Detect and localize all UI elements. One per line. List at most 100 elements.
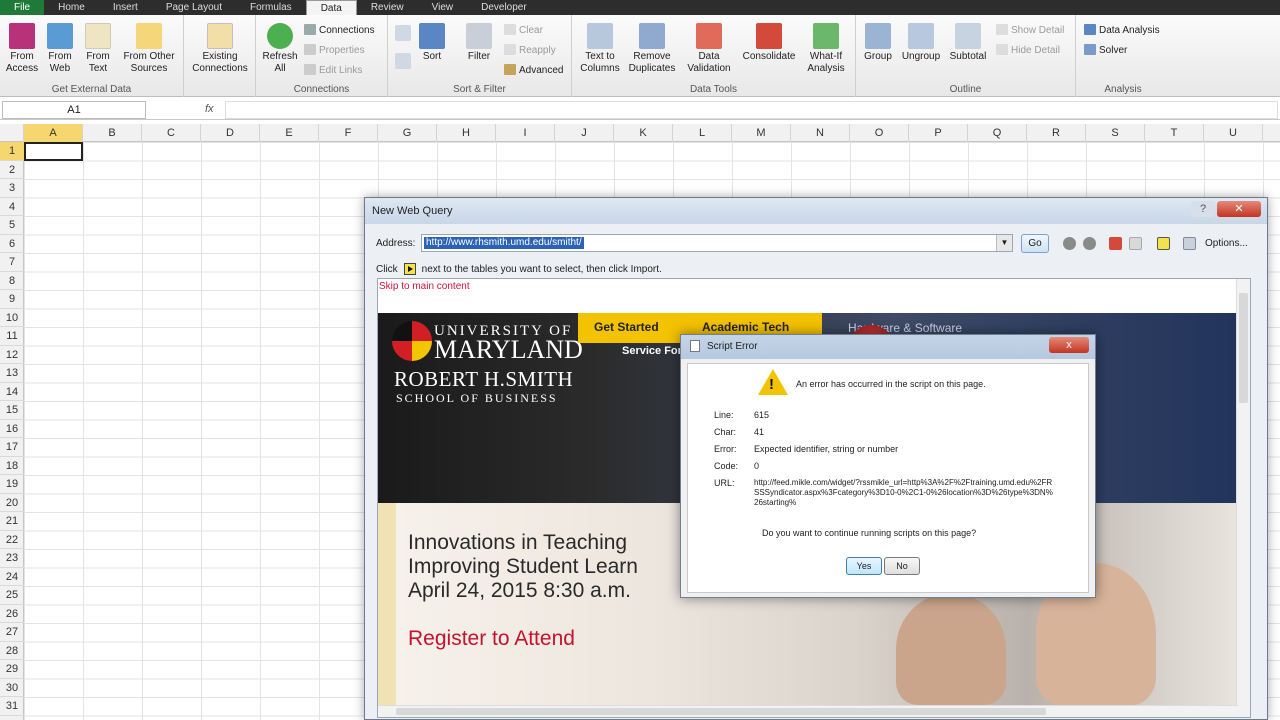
advanced-filter-button[interactable]: Advanced — [504, 64, 563, 76]
row-header-19[interactable]: 19 — [0, 475, 24, 494]
row-header-3[interactable]: 3 — [0, 179, 24, 198]
tab-data[interactable]: Data — [305, 0, 357, 15]
properties-button[interactable]: Properties — [304, 44, 365, 56]
subtotal-button[interactable]: Subtotal — [946, 23, 990, 63]
hide-detail-button[interactable]: Hide Detail — [996, 44, 1060, 56]
close-icon[interactable]: ✕ — [1217, 201, 1261, 217]
row-header-4[interactable]: 4 — [0, 198, 24, 216]
column-header-e[interactable]: E — [260, 124, 319, 142]
row-header-7[interactable]: 7 — [0, 253, 24, 272]
column-header-h[interactable]: H — [437, 124, 496, 142]
column-header-j[interactable]: J — [555, 124, 614, 142]
refresh-all-button[interactable]: Refresh All — [258, 23, 302, 75]
from-text-button[interactable]: From Text — [80, 23, 116, 75]
row-header-1[interactable]: 1 — [0, 142, 24, 161]
row-header-16[interactable]: 16 — [0, 420, 24, 438]
sort-za-button[interactable] — [392, 53, 414, 71]
skip-to-content-link[interactable]: Skip to main content — [379, 281, 470, 292]
tab-review[interactable]: Review — [357, 0, 418, 15]
back-icon[interactable] — [1063, 237, 1076, 250]
tab-insert[interactable]: Insert — [99, 0, 152, 15]
row-header-29[interactable]: 29 — [0, 660, 24, 679]
row-header-24[interactable]: 24 — [0, 568, 24, 586]
chevron-down-icon[interactable]: ▼ — [996, 235, 1012, 251]
refresh-page-icon[interactable] — [1129, 237, 1142, 250]
column-header-r[interactable]: R — [1027, 124, 1086, 142]
row-header-15[interactable]: 15 — [0, 401, 24, 420]
vertical-scrollbar[interactable] — [1236, 279, 1250, 717]
row-header-14[interactable]: 14 — [0, 383, 24, 401]
script-error-title-bar[interactable]: Script Error x — [681, 335, 1095, 359]
forward-icon[interactable] — [1083, 237, 1096, 250]
column-header-g[interactable]: G — [378, 124, 437, 142]
formula-input[interactable] — [225, 101, 1278, 119]
row-header-27[interactable]: 27 — [0, 623, 24, 642]
what-if-analysis-button[interactable]: What-If Analysis — [800, 23, 852, 75]
row-header-20[interactable]: 20 — [0, 494, 24, 512]
row-header-17[interactable]: 17 — [0, 438, 24, 457]
data-validation-button[interactable]: Data Validation — [680, 23, 738, 75]
column-header-a[interactable]: A — [24, 124, 83, 142]
clear-filter-button[interactable]: Clear — [504, 24, 543, 36]
yes-button[interactable]: Yes — [846, 557, 882, 575]
column-header-l[interactable]: L — [673, 124, 732, 142]
umd-logo[interactable]: UNIVERSITY OF MARYLAND — [392, 319, 583, 371]
row-header-10[interactable]: 10 — [0, 309, 24, 327]
hide-icons-icon[interactable] — [1157, 237, 1170, 250]
options-button[interactable]: Options... — [1205, 238, 1248, 249]
column-header-c[interactable]: C — [142, 124, 201, 142]
row-header-11[interactable]: 11 — [0, 327, 24, 346]
selected-cell-a1[interactable] — [24, 142, 83, 161]
row-header-12[interactable]: 12 — [0, 346, 24, 364]
column-header-b[interactable]: B — [83, 124, 142, 142]
text-to-columns-button[interactable]: Text to Columns — [576, 23, 624, 75]
scroll-thumb[interactable] — [396, 708, 1046, 715]
row-header-6[interactable]: 6 — [0, 235, 24, 253]
row-header-9[interactable]: 9 — [0, 290, 24, 309]
row-header-22[interactable]: 22 — [0, 531, 24, 549]
row-header-21[interactable]: 21 — [0, 512, 24, 531]
column-header-m[interactable]: M — [732, 124, 791, 142]
consolidate-button[interactable]: Consolidate — [738, 23, 800, 63]
dialog-title-bar[interactable]: New Web Query ? ✕ — [365, 198, 1267, 224]
save-query-icon[interactable] — [1183, 237, 1196, 250]
column-header-n[interactable]: N — [791, 124, 850, 142]
name-box[interactable]: A1 — [2, 101, 146, 119]
remove-duplicates-button[interactable]: Remove Duplicates — [624, 23, 680, 75]
nav-get-started[interactable]: Get Started — [594, 320, 659, 334]
connections-button[interactable]: Connections — [304, 24, 375, 36]
row-header-25[interactable]: 25 — [0, 586, 24, 605]
from-other-sources-button[interactable]: From Other Sources — [118, 23, 180, 75]
filter-button[interactable]: Filter — [464, 23, 494, 63]
sort-button[interactable]: Sort — [418, 23, 446, 63]
column-header-i[interactable]: I — [496, 124, 555, 142]
from-web-button[interactable]: From Web — [42, 23, 78, 75]
ungroup-button[interactable]: Ungroup — [898, 23, 944, 63]
show-detail-button[interactable]: Show Detail — [996, 24, 1064, 36]
column-header-o[interactable]: O — [850, 124, 909, 142]
register-link[interactable]: Register to Attend — [408, 627, 575, 651]
stop-icon[interactable] — [1109, 237, 1122, 250]
reapply-button[interactable]: Reapply — [504, 44, 556, 56]
row-header-2[interactable]: 2 — [0, 161, 24, 179]
solver-button[interactable]: Solver — [1084, 44, 1127, 56]
help-icon[interactable]: ? — [1191, 201, 1215, 217]
column-header-d[interactable]: D — [201, 124, 260, 142]
column-header-q[interactable]: Q — [968, 124, 1027, 142]
tab-page-layout[interactable]: Page Layout — [152, 0, 236, 15]
close-icon[interactable]: x — [1049, 337, 1089, 353]
column-header-u[interactable]: U — [1204, 124, 1263, 142]
sort-az-button[interactable] — [392, 25, 414, 43]
data-analysis-button[interactable]: Data Analysis — [1084, 24, 1160, 36]
tab-developer[interactable]: Developer — [467, 0, 541, 15]
address-input[interactable]: http://www.rhsmith.umd.edu/smitht/ ▼ — [421, 234, 1013, 252]
column-header-k[interactable]: K — [614, 124, 673, 142]
column-header-t[interactable]: T — [1145, 124, 1204, 142]
from-access-button[interactable]: From Access — [4, 23, 40, 75]
edit-links-button[interactable]: Edit Links — [304, 64, 362, 76]
column-header-p[interactable]: P — [909, 124, 968, 142]
row-header-31[interactable]: 31 — [0, 697, 24, 716]
row-header-13[interactable]: 13 — [0, 364, 24, 383]
go-button[interactable]: Go — [1021, 234, 1049, 253]
row-header-5[interactable]: 5 — [0, 216, 24, 235]
